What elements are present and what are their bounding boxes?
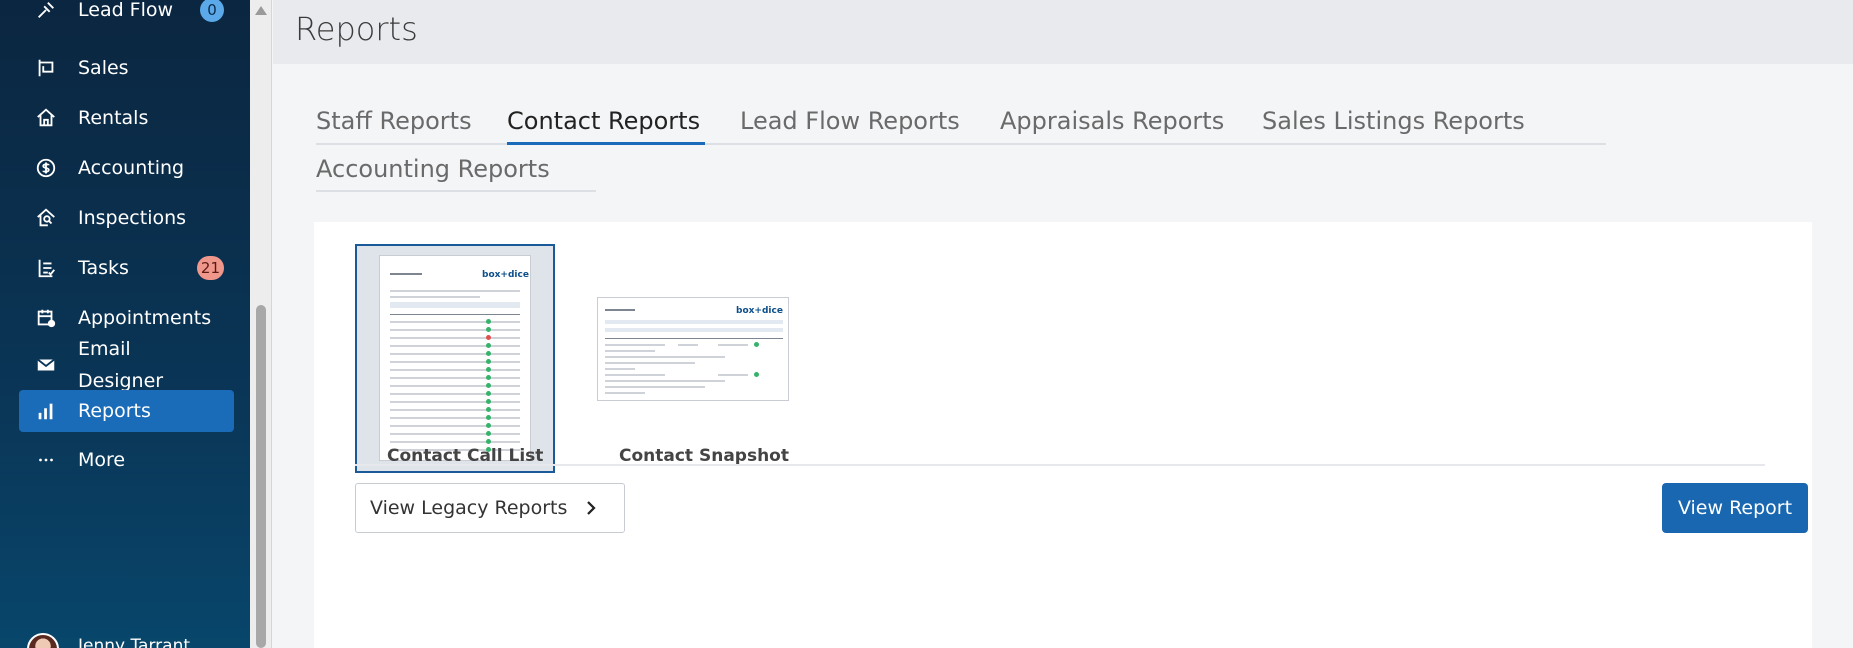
page-title: Reports — [295, 10, 418, 48]
report-preview-image: box+dice — [379, 255, 531, 461]
sidebar-item-rentals[interactable]: Rentals — [19, 93, 234, 143]
lead-flow-icon — [34, 0, 58, 22]
report-preview-image: box+dice — [597, 297, 789, 401]
sidebar-item-lead-flow[interactable]: Lead Flow 0 — [19, 0, 234, 35]
envelope-icon — [34, 353, 58, 377]
tab-accounting-reports[interactable]: Accounting Reports — [316, 154, 550, 184]
notification-badge: 0 — [200, 0, 224, 22]
house-search-icon — [34, 206, 58, 230]
view-legacy-reports-button[interactable]: View Legacy Reports — [355, 483, 625, 533]
tab-staff-reports[interactable]: Staff Reports — [316, 106, 472, 136]
reports-panel: box+dice Contact Call List box+dice Cont… — [314, 222, 1812, 648]
report-card-contact-call-list[interactable]: box+dice Contact Call List — [355, 244, 555, 489]
active-tab-indicator — [507, 142, 705, 145]
brand-logo: box+dice — [482, 270, 529, 280]
tab-row-underline — [316, 190, 596, 192]
user-name: Jenny Tarrant — [78, 636, 191, 648]
view-report-button[interactable]: View Report — [1662, 483, 1808, 533]
sidebar-item-more[interactable]: More — [19, 435, 234, 485]
main-content: Reports Staff Reports Contact Reports Le… — [273, 0, 1853, 648]
sidebar-scrollbar[interactable] — [250, 0, 272, 648]
avatar[interactable] — [27, 633, 59, 648]
report-card-contact-snapshot[interactable]: box+dice Contact Snapshot — [597, 244, 797, 489]
tab-appraisals-reports[interactable]: Appraisals Reports — [1000, 106, 1224, 136]
chevron-right-icon — [587, 501, 596, 515]
view-legacy-reports-label: View Legacy Reports — [370, 497, 568, 519]
sidebar: Lead Flow 0 Sales Rentals Accounting Ins… — [0, 0, 250, 648]
tab-contact-reports[interactable]: Contact Reports — [507, 106, 700, 136]
sidebar-item-tasks[interactable]: Tasks 21 — [19, 243, 234, 293]
scroll-up-arrow-icon[interactable] — [255, 6, 267, 15]
sidebar-item-label: Accounting — [78, 157, 185, 179]
view-report-label: View Report — [1677, 497, 1793, 519]
task-list-icon — [34, 256, 58, 280]
notification-badge: 21 — [196, 256, 224, 280]
page-header: Reports — [273, 0, 1853, 64]
report-card-label: Contact Call List — [387, 446, 544, 466]
dollar-circle-icon — [34, 156, 58, 180]
divider — [355, 464, 1765, 466]
sidebar-item-label: Rentals — [78, 107, 149, 129]
calendar-icon — [34, 306, 58, 330]
sidebar-item-accounting[interactable]: Accounting — [19, 143, 234, 193]
sidebar-item-inspections[interactable]: Inspections — [19, 193, 234, 243]
sidebar-item-label: Email Designer — [78, 338, 164, 392]
report-card-label: Contact Snapshot — [619, 446, 789, 466]
sidebar-item-label: Tasks — [78, 257, 129, 279]
sidebar-item-label: Inspections — [78, 207, 187, 229]
sidebar-item-label: Sales — [78, 57, 129, 79]
house-icon — [34, 106, 58, 130]
sidebar-item-label: Reports — [78, 400, 151, 422]
sidebar-item-label: Lead Flow — [78, 0, 174, 21]
brand-logo: box+dice — [736, 306, 783, 316]
tab-lead-flow-reports[interactable]: Lead Flow Reports — [740, 106, 960, 136]
report-thumbnail-selected: box+dice — [355, 244, 555, 473]
bar-chart-icon — [34, 399, 58, 423]
sidebar-item-sales[interactable]: Sales — [19, 43, 234, 93]
tab-sales-listings-reports[interactable]: Sales Listings Reports — [1262, 106, 1525, 136]
scroll-thumb[interactable] — [256, 305, 266, 648]
ellipsis-icon — [34, 448, 58, 472]
sales-sign-icon — [34, 56, 58, 80]
sidebar-item-label: More — [78, 449, 126, 471]
sidebar-item-reports[interactable]: Reports — [19, 390, 234, 432]
